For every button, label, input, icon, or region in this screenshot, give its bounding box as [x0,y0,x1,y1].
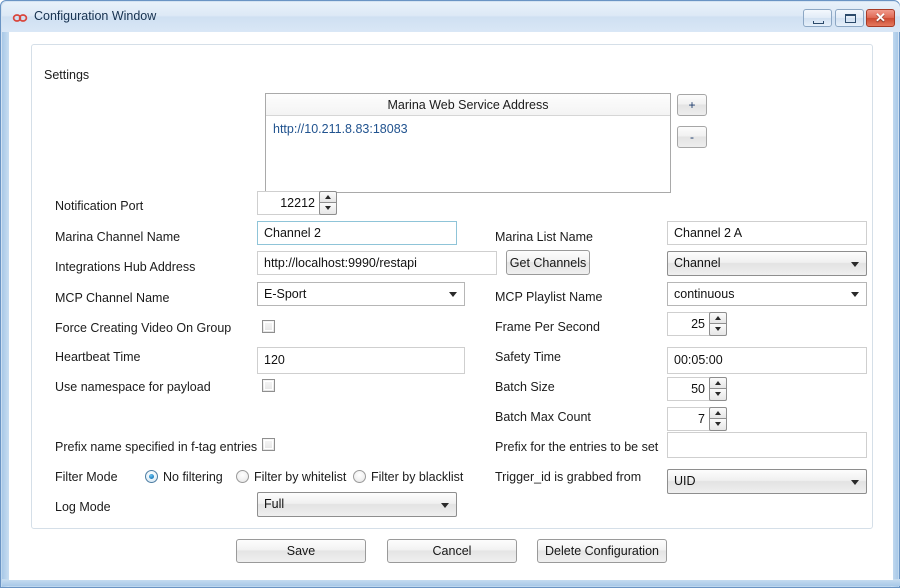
radio-filter-by-blacklist-label: Filter by blacklist [371,469,463,485]
force-creating-video-on-group-checkbox[interactable] [262,320,275,333]
heartbeat-time-label: Heartbeat Time [55,350,140,365]
spin-down-icon[interactable] [709,389,727,401]
add-address-button[interactable]: + [677,94,707,116]
delete-configuration-button[interactable]: Delete Configuration [537,539,667,563]
configuration-window: Configuration Window ✕ Settings Marina W… [0,0,900,588]
marina-list-name-input[interactable]: Channel 2 A [667,221,867,245]
frame-per-second-label: Frame Per Second [495,320,600,335]
client-area: Settings Marina Web Service Address http… [9,32,893,580]
window-frame-bottom [2,579,900,586]
spin-down-icon[interactable] [709,419,727,431]
marina-web-service-address-list[interactable]: Marina Web Service Address http://10.211… [265,93,671,193]
cancel-button[interactable]: Cancel [387,539,517,563]
batch-size-label: Batch Size [495,380,555,395]
mcp-playlist-name-combo[interactable]: continuous [667,282,867,306]
marina-channel-name-label: Marina Channel Name [55,230,180,245]
log-mode-value: Full [264,497,284,511]
prefix-entries-input[interactable] [667,432,867,458]
batch-max-count-stepper[interactable]: 7 [667,407,727,431]
settings-group-label: Settings [39,68,94,82]
prefix-name-f-tag-label: Prefix name specified in f-tag entries [55,440,257,455]
chevron-down-icon [441,503,449,508]
mcp-playlist-name-label: MCP Playlist Name [495,290,602,305]
spin-up-icon[interactable] [709,312,727,324]
safety-time-input[interactable]: 00:05:00 [667,347,867,374]
notification-port-stepper[interactable]: 12212 [257,191,337,215]
chevron-down-icon [851,262,859,267]
filter-mode-label: Filter Mode [55,470,118,485]
mcp-channel-name-value: E-Sport [264,287,306,301]
mcp-channel-name-combo[interactable]: E-Sport [257,282,465,306]
spin-up-icon[interactable] [709,377,727,389]
trigger-id-from-combo[interactable]: UID [667,469,867,494]
batch-size-stepper[interactable]: 50 [667,377,727,401]
integrations-hub-address-input[interactable]: http://localhost:9990/restapi [257,251,497,275]
save-button[interactable]: Save [236,539,366,563]
remove-address-button[interactable]: - [677,126,707,148]
use-namespace-for-payload-checkbox[interactable] [262,379,275,392]
notification-port-input[interactable]: 12212 [257,191,321,215]
channel-combo-value: Channel [674,256,721,270]
window-title: Configuration Window [34,9,156,23]
chevron-down-icon [851,292,859,297]
prefix-entries-label: Prefix for the entries to be set [495,440,658,455]
mcp-playlist-name-value: continuous [674,287,734,301]
minimize-icon [813,21,824,24]
marina-list-name-label: Marina List Name [495,230,593,245]
spin-up-icon[interactable] [319,191,337,203]
channel-combo[interactable]: Channel [667,251,867,276]
chevron-down-icon [449,292,457,297]
batch-size-input[interactable]: 50 [667,377,711,401]
integrations-hub-address-label: Integrations Hub Address [55,260,195,275]
heartbeat-time-input[interactable]: 120 [257,347,465,374]
close-icon: ✕ [867,10,894,26]
notification-port-spin-buttons[interactable] [319,191,337,215]
close-button[interactable]: ✕ [866,9,895,27]
trigger-id-from-label: Trigger_id is grabbed from [495,470,641,485]
mcp-channel-name-label: MCP Channel Name [55,291,169,306]
radio-unselected-icon [353,470,366,483]
frame-per-second-input[interactable]: 25 [667,312,711,336]
log-mode-label: Log Mode [55,500,111,515]
maximize-button[interactable] [835,9,864,27]
frame-per-second-stepper[interactable]: 25 [667,312,727,336]
maximize-icon [845,14,856,23]
spin-down-icon[interactable] [319,203,337,215]
batch-size-spin-buttons[interactable] [709,377,727,401]
app-infinity-icon [12,10,28,26]
get-channels-button[interactable]: Get Channels [506,250,590,275]
chevron-down-icon [851,480,859,485]
spin-down-icon[interactable] [709,324,727,336]
trigger-id-from-value: UID [674,474,696,488]
safety-time-label: Safety Time [495,350,561,365]
window-frame-left [2,31,9,587]
radio-unselected-icon [236,470,249,483]
batch-max-count-input[interactable]: 7 [667,407,711,431]
batch-max-count-label: Batch Max Count [495,410,591,425]
batch-max-count-spin-buttons[interactable] [709,407,727,431]
force-creating-video-on-group-label: Force Creating Video On Group [55,321,231,336]
marina-channel-name-input[interactable]: Channel 2 [257,221,457,245]
list-item[interactable]: http://10.211.8.83:18083 [273,122,408,136]
marina-web-service-address-header: Marina Web Service Address [266,94,670,116]
prefix-name-f-tag-checkbox[interactable] [262,438,275,451]
radio-no-filtering-label: No filtering [163,469,223,485]
minimize-button[interactable] [803,9,832,27]
use-namespace-for-payload-label: Use namespace for payload [55,380,211,395]
radio-filter-by-whitelist-label: Filter by whitelist [254,469,346,485]
frame-per-second-spin-buttons[interactable] [709,312,727,336]
notification-port-label: Notification Port [55,199,143,214]
spin-up-icon[interactable] [709,407,727,419]
log-mode-combo[interactable]: Full [257,492,457,517]
radio-selected-icon [145,470,158,483]
title-bar[interactable]: Configuration Window ✕ [2,2,900,32]
